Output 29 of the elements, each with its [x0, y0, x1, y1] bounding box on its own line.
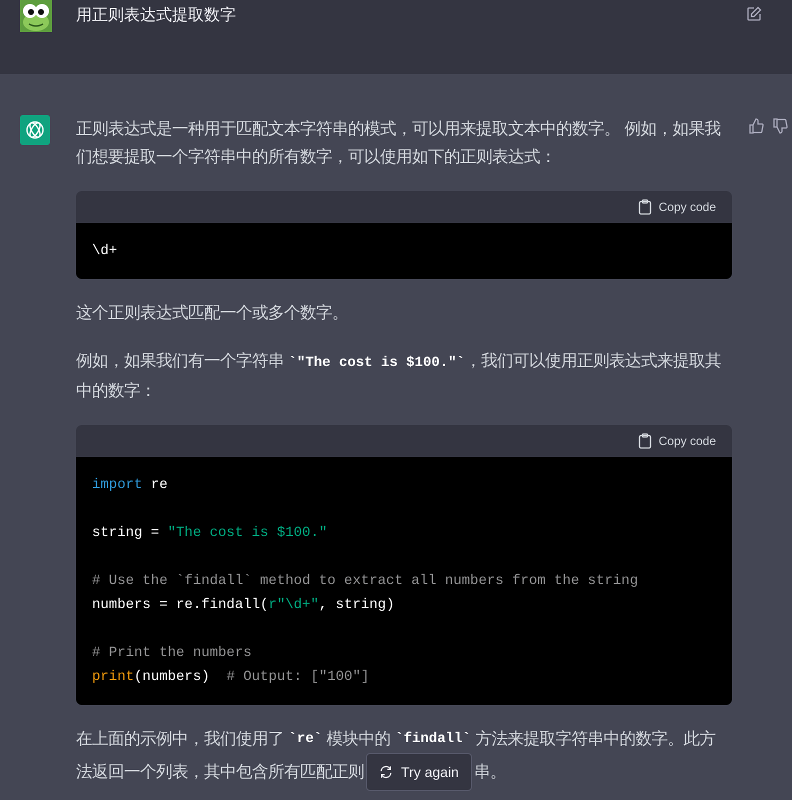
- clipboard-icon: [638, 433, 652, 449]
- copy-code-button[interactable]: Copy code: [638, 198, 716, 216]
- code-line: print(numbers) # Output: ["100"]: [92, 668, 370, 687]
- code-line: string = "The cost is $100.": [92, 524, 328, 543]
- answer-paragraph: 这个正则表达式匹配一个或多个数字。: [76, 303, 349, 324]
- copy-code-button[interactable]: Copy code: [638, 432, 716, 450]
- answer-text: 模块中的: [326, 729, 392, 750]
- inline-code: `findall`: [395, 730, 471, 749]
- thumbs-up-icon[interactable]: [748, 118, 764, 134]
- answer-text: 在上面的示例中，我们使用了: [76, 729, 285, 750]
- answer-text: 法返回一个列表，其中包含所有匹配正则: [76, 762, 364, 783]
- inline-code: `re`: [288, 730, 322, 749]
- answer-paragraph: 正则表达式是一种用于匹配文本字符串的模式，可以用来提取文本中的数字。 例如，如果我们想要提取一个字符串中的所有数字，可以使用如下的正则表达式：: [76, 119, 722, 168]
- code-line: # Use the `findall` method to extract all numbers from the string: [92, 572, 640, 591]
- thumbs-down-icon[interactable]: [772, 118, 788, 134]
- frog-avatar-icon: [20, 0, 52, 32]
- code-line: # Print the numbers: [92, 644, 253, 663]
- refresh-icon: [379, 765, 393, 779]
- answer-text: 方法来提取字符串中的数字。此方: [474, 729, 716, 750]
- code-line: numbers = re.findall(r"\d+", string): [92, 596, 396, 615]
- answer-paragraph: 例如，如果我们有一个字符串 `"The cost is $100."`，我们可以使用正则表达式来提取其中的数字：: [76, 351, 722, 402]
- edit-icon[interactable]: [746, 6, 762, 22]
- assistant-logo-icon: [20, 115, 50, 145]
- clipboard-icon: [638, 199, 652, 215]
- code-line: \d+: [92, 242, 118, 261]
- try-again-button[interactable]: Try again: [366, 753, 472, 791]
- prompt-text: 用正则表达式提取数字: [76, 6, 236, 26]
- code-line: import re: [92, 476, 169, 495]
- answer-text: 串。: [474, 762, 506, 783]
